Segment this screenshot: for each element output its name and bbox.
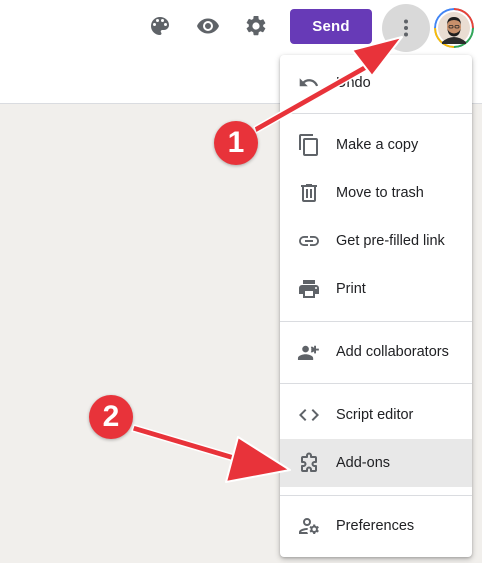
menu-item-move-to-trash[interactable]: Move to trash	[280, 169, 472, 217]
menu-item-label: Move to trash	[336, 185, 424, 201]
menu-item-add-collaborators[interactable]: Add collaborators	[280, 328, 472, 376]
undo-icon	[297, 71, 321, 95]
menu-item-make-copy[interactable]: Make a copy	[280, 121, 472, 169]
print-icon	[297, 277, 321, 301]
copy-icon	[297, 133, 321, 157]
menu-item-label: Script editor	[336, 407, 414, 423]
step-badge-2: 2	[89, 395, 133, 439]
menu-item-label: Undo	[336, 75, 371, 91]
menu-divider	[280, 113, 472, 114]
menu-item-label: Add collaborators	[336, 344, 449, 360]
link-icon	[297, 229, 321, 253]
menu-item-label: Get pre-filled link	[336, 233, 445, 249]
step-badge-1: 1	[214, 121, 258, 165]
add-people-icon	[297, 340, 321, 364]
menu-divider	[280, 383, 472, 384]
avatar[interactable]	[434, 8, 474, 48]
menu-item-label: Add-ons	[336, 455, 391, 471]
menu-item-label: Preferences	[336, 518, 415, 534]
person-settings-icon	[297, 514, 321, 538]
menu-item-label: Print	[336, 281, 366, 297]
arrow-2	[131, 424, 291, 483]
menu-item-prefilled-link[interactable]: Get pre-filled link	[280, 217, 472, 265]
more-vert-icon[interactable]	[382, 4, 430, 52]
menu-item-label: Make a copy	[336, 137, 419, 153]
gear-icon[interactable]	[238, 8, 274, 44]
menu-divider	[280, 321, 472, 322]
menu-divider	[280, 495, 472, 496]
more-options-menu: Undo Make a copy Move to trash Get pre-f…	[280, 55, 472, 557]
menu-item-preferences[interactable]: Preferences	[280, 502, 472, 550]
code-icon	[297, 403, 321, 427]
send-button[interactable]: Send	[290, 9, 372, 44]
menu-item-add-ons[interactable]: Add-ons	[280, 439, 472, 487]
menu-item-script-editor[interactable]: Script editor	[280, 391, 472, 439]
palette-icon[interactable]	[142, 8, 178, 44]
menu-item-undo[interactable]: Undo	[280, 59, 472, 107]
trash-icon	[297, 181, 321, 205]
menu-item-print[interactable]: Print	[280, 265, 472, 313]
eye-icon[interactable]	[190, 8, 226, 44]
puzzle-icon	[297, 451, 321, 475]
